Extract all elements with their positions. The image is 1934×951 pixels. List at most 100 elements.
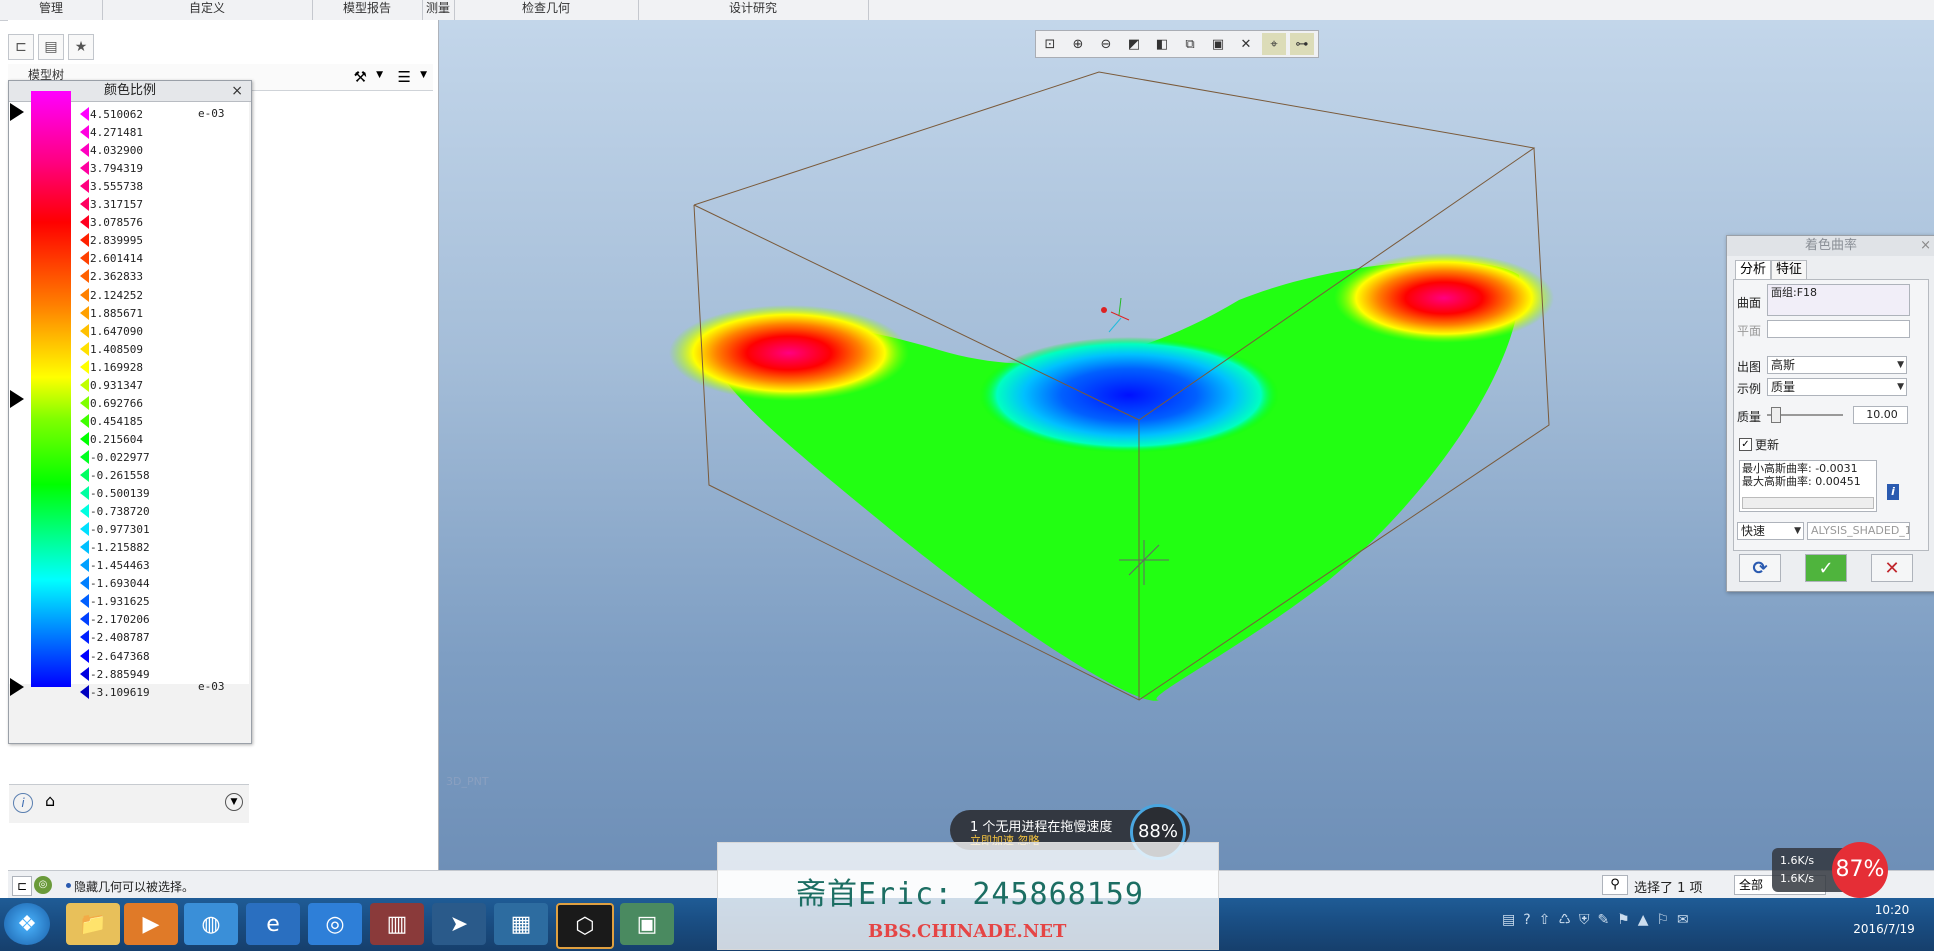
plane-label: 平面 bbox=[1737, 324, 1762, 338]
output-select[interactable]: 高斯 ▼ bbox=[1767, 356, 1907, 374]
clock-date[interactable]: 2016/7/19 bbox=[1836, 922, 1932, 936]
view-manager-icon[interactable]: ▣ bbox=[1206, 33, 1230, 55]
tab-measure[interactable]: 测量 bbox=[422, 0, 455, 20]
scale-mid-marker[interactable] bbox=[10, 390, 24, 408]
scale-level-marker bbox=[80, 125, 89, 140]
scale-value-label: -0.977301 bbox=[90, 523, 150, 537]
scale-value-label: 1.647090 bbox=[90, 324, 143, 338]
scale-level-marker bbox=[80, 341, 89, 356]
internet-explorer-icon[interactable]: e bbox=[246, 903, 300, 945]
max-curvature-text: 最大高斯曲率: 0.00451 bbox=[1742, 475, 1861, 488]
scale-level-marker bbox=[80, 594, 89, 609]
scale-value-label: -3.109619 bbox=[90, 685, 150, 699]
saved-views-icon[interactable]: ⧉ bbox=[1178, 33, 1202, 55]
scale-level-marker bbox=[80, 269, 89, 284]
model-tree-tab-icon[interactable]: ⊏ bbox=[8, 34, 34, 60]
annotation-display-icon[interactable]: ⌖ bbox=[1262, 33, 1286, 55]
info-icon[interactable]: i bbox=[1887, 484, 1899, 500]
folder-browser-tab-icon[interactable]: ▤ bbox=[38, 34, 64, 60]
browser-icon[interactable]: ◍ bbox=[184, 903, 238, 945]
tab-manage[interactable]: 管理 bbox=[0, 0, 103, 20]
close-icon[interactable]: × bbox=[1920, 236, 1931, 256]
creo-icon[interactable]: ⬡ bbox=[556, 903, 614, 949]
navigator-toolbar: ⊏ ▤ ★ bbox=[8, 30, 98, 64]
chevron-down-icon[interactable]: ▼ bbox=[225, 793, 243, 811]
viewer-icon[interactable]: ▣ bbox=[620, 903, 674, 945]
scale-level-marker bbox=[80, 522, 89, 537]
refit-icon[interactable]: ⊡ bbox=[1038, 33, 1062, 55]
status-message: 隐藏几何可以被选择。 bbox=[74, 880, 195, 894]
results-box: 最小高斯曲率: -0.0031 最大高斯曲率: 0.00451 bbox=[1739, 460, 1877, 512]
datum-display-icon[interactable]: ✕ bbox=[1234, 33, 1258, 55]
tab-model-report[interactable]: 模型报告 bbox=[312, 0, 423, 20]
favorites-tab-icon[interactable]: ★ bbox=[68, 34, 94, 60]
scale-value-label: 4.032900 bbox=[90, 144, 143, 158]
mode-select[interactable]: 快速 ▼ bbox=[1737, 522, 1804, 540]
watermark-site: BBS.CHINADE.NET bbox=[868, 921, 1067, 942]
scale-level-marker bbox=[80, 684, 89, 699]
clock-time[interactable]: 10:20 bbox=[1852, 903, 1932, 917]
tab-analysis[interactable]: 分析 bbox=[1735, 260, 1772, 279]
scale-max-marker[interactable] bbox=[10, 103, 24, 121]
analysis-name-input[interactable]: ALYSIS_SHADED_1 bbox=[1807, 522, 1910, 540]
chevron-down-icon: ▼ bbox=[1897, 360, 1904, 370]
scale-value-label: -1.454463 bbox=[90, 559, 150, 573]
graphics-viewport[interactable] bbox=[439, 20, 1934, 870]
repaint-icon[interactable]: ◩ bbox=[1122, 33, 1146, 55]
scale-min-marker[interactable] bbox=[10, 678, 24, 696]
zoom-in-icon[interactable]: ⊕ bbox=[1066, 33, 1090, 55]
explorer-icon[interactable]: 📁 bbox=[66, 903, 120, 945]
scale-value-label: -2.647368 bbox=[90, 649, 150, 663]
messenger-icon[interactable]: ➤ bbox=[432, 903, 486, 945]
scale-exponent-bottom: e-03 bbox=[198, 680, 225, 693]
zoom-out-icon[interactable]: ⊖ bbox=[1094, 33, 1118, 55]
cancel-button[interactable]: ✕ bbox=[1871, 554, 1913, 582]
dialog-title: 着色曲率 bbox=[1727, 236, 1934, 256]
scale-value-label: 2.601414 bbox=[90, 252, 143, 266]
sample-select[interactable]: 质量 ▼ bbox=[1767, 378, 1907, 396]
surface-collector[interactable]: 面组:F18 bbox=[1767, 284, 1910, 316]
close-icon[interactable]: × bbox=[231, 81, 243, 101]
home-icon[interactable]: ⌂ bbox=[45, 791, 55, 810]
chevron-down-icon[interactable]: ▼ bbox=[376, 70, 383, 80]
system-tray-icons[interactable]: ▤?⇧♺⛨✎⚑▲⚐✉ bbox=[1502, 912, 1822, 932]
scale-level-marker bbox=[80, 287, 89, 302]
tab-customize[interactable]: 自定义 bbox=[102, 0, 313, 20]
browser-toggle-icon[interactable]: ◎ bbox=[34, 876, 52, 894]
start-button[interactable]: ❖ bbox=[4, 903, 50, 945]
office-icon[interactable]: ▦ bbox=[494, 903, 548, 945]
navigator-toggle-icon[interactable]: ⊏ bbox=[12, 876, 32, 896]
quality-input[interactable]: 10.00 bbox=[1853, 406, 1908, 424]
scale-level-marker bbox=[80, 486, 89, 501]
chat-app-icon[interactable]: ◎ bbox=[308, 903, 362, 945]
scale-level-marker bbox=[80, 179, 89, 194]
scale-value-label: 3.078576 bbox=[90, 216, 143, 230]
scale-value-label: -0.022977 bbox=[90, 450, 150, 464]
plane-collector[interactable] bbox=[1767, 320, 1910, 338]
spin-center-icon[interactable]: ⊶ bbox=[1290, 33, 1314, 55]
scale-value-label: 0.931347 bbox=[90, 378, 143, 392]
scale-level-marker bbox=[80, 251, 89, 266]
shaded-curvature-model[interactable] bbox=[439, 20, 1934, 870]
ok-button[interactable]: ✓ bbox=[1805, 554, 1847, 582]
results-scrollbar[interactable] bbox=[1742, 497, 1874, 509]
chevron-down-icon[interactable]: ▼ bbox=[420, 70, 427, 80]
tab-feature[interactable]: 特征 bbox=[1771, 260, 1808, 279]
tab-inspect-geometry[interactable]: 检查几何 bbox=[454, 0, 639, 20]
quality-label: 质量 bbox=[1737, 410, 1762, 424]
scale-level-marker bbox=[80, 630, 89, 645]
memory-usage-ball[interactable]: 87% bbox=[1832, 842, 1888, 898]
quality-slider-handle[interactable] bbox=[1771, 407, 1781, 423]
tab-design-study[interactable]: 设计研究 bbox=[638, 0, 869, 20]
archive-app-icon[interactable]: ▥ bbox=[370, 903, 424, 945]
tree-columns-icon[interactable]: ☰ bbox=[398, 68, 411, 86]
find-icon[interactable]: ⚲ bbox=[1602, 875, 1628, 895]
scale-level-marker bbox=[80, 468, 89, 482]
display-style-icon[interactable]: ◧ bbox=[1150, 33, 1174, 55]
scale-level-marker bbox=[80, 197, 89, 212]
tree-settings-icon[interactable]: ⚒ bbox=[354, 68, 367, 86]
repeat-button[interactable]: ⟳ bbox=[1739, 554, 1781, 582]
update-checkbox[interactable]: ✓ bbox=[1739, 438, 1752, 451]
info-icon[interactable]: i bbox=[13, 793, 33, 813]
media-player-icon[interactable]: ▶ bbox=[124, 903, 178, 945]
